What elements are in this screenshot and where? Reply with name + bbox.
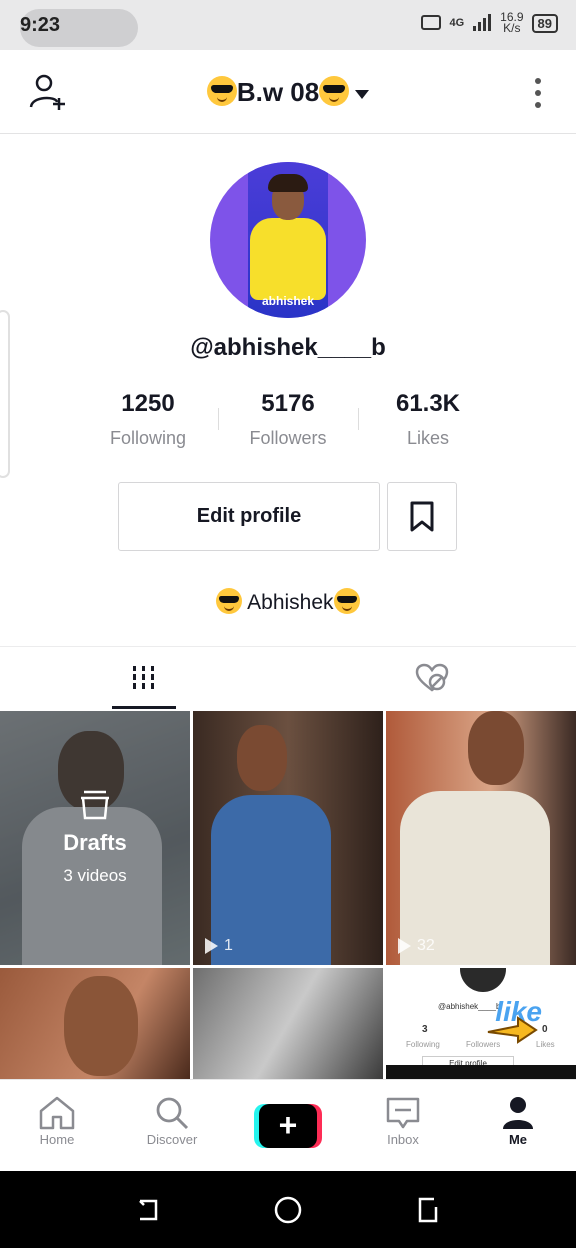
nav-label: Inbox: [387, 1132, 419, 1147]
view-count-value: 32: [417, 937, 435, 954]
profile-header: B.w 08: [0, 50, 576, 134]
video-thumbnail[interactable]: @abhishek____b 3 Following Followers 0 L…: [386, 968, 576, 1079]
status-bar: 9:23 4G 16.9 K/s 89: [0, 0, 576, 50]
video-thumbnail[interactable]: [193, 968, 383, 1079]
account-switcher[interactable]: B.w 08: [0, 76, 576, 108]
stat-label: Followers: [249, 428, 327, 448]
stat-likes[interactable]: 61.3K Likes: [358, 390, 498, 449]
thumb-likes-label: Likes: [536, 1040, 555, 1049]
avatar[interactable]: abhishek: [210, 162, 366, 318]
drafts-tile[interactable]: Drafts 3 videos: [0, 711, 190, 965]
pointing-hand-icon: [487, 1016, 538, 1044]
stat-label: Following: [109, 428, 187, 448]
drafts-overlay: Drafts 3 videos: [0, 711, 190, 965]
cast-icon: [421, 15, 442, 30]
nav-home[interactable]: Home: [7, 1094, 107, 1147]
status-time: 9:23: [20, 14, 61, 36]
system-navigation-bar: [0, 1171, 576, 1248]
play-icon: [398, 938, 411, 954]
chevron-down-icon: [355, 89, 370, 99]
sunglasses-emoji-icon: [206, 76, 237, 106]
nav-label: Me: [508, 1132, 528, 1147]
sunglasses-emoji-icon: [216, 588, 243, 614]
recents-icon[interactable]: [412, 1195, 442, 1225]
home-icon: [39, 1096, 75, 1130]
video-thumbnail[interactable]: [0, 968, 190, 1079]
profile-bio: Abhishek: [0, 588, 576, 615]
avatar-caption: abhishek: [261, 294, 315, 308]
network-label: 4G: [449, 17, 465, 29]
status-icons: 4G 16.9 K/s 89: [421, 11, 558, 35]
nav-inbox[interactable]: Inbox: [353, 1094, 453, 1147]
sunglasses-emoji-icon: [333, 588, 360, 614]
drafts-icon: [81, 790, 109, 820]
video-grid: Drafts 3 videos 1 32 @abhishek____b 3 Fo…: [0, 711, 576, 1079]
profile-icon: [503, 1097, 533, 1129]
tab-videos[interactable]: [112, 647, 176, 709]
nav-me[interactable]: Me: [468, 1094, 568, 1147]
mini-avatar: [460, 968, 506, 992]
play-icon: [205, 938, 218, 954]
speed-readout: 16.9 K/s: [500, 11, 523, 35]
content-tabs: [0, 647, 576, 709]
nav-label: Discover: [146, 1132, 198, 1147]
bio-text: Abhishek: [247, 591, 334, 614]
profile-stats: 1250 Following 5176 Followers 61.3K Like…: [78, 390, 498, 449]
stat-value: 61.3K: [395, 390, 461, 417]
stat-value: 1250: [121, 390, 175, 417]
thumb-handle: @abhishek____b: [438, 1002, 501, 1011]
speed-unit: K/s: [503, 21, 521, 35]
stat-followers[interactable]: 5176 Followers: [218, 390, 358, 449]
favorites-button[interactable]: [387, 482, 457, 551]
drafts-title: Drafts: [63, 830, 127, 855]
profile-handle: @abhishek____b: [190, 334, 386, 361]
account-title: B.w 08: [236, 77, 320, 107]
search-icon: [156, 1097, 189, 1130]
video-thumbnail[interactable]: 1: [193, 711, 383, 965]
nav-discover[interactable]: Discover: [122, 1094, 222, 1147]
more-options-button[interactable]: [534, 78, 542, 108]
thumb-likes-num: 0: [542, 1024, 548, 1035]
inbox-icon: [386, 1097, 420, 1129]
plus-icon: +: [259, 1104, 317, 1148]
bookmark-icon: [410, 501, 434, 531]
drafts-count: 3 videos: [63, 866, 127, 885]
thumb-following-num: 3: [422, 1024, 428, 1035]
stat-following[interactable]: 1250 Following: [78, 390, 218, 449]
view-count: 1: [205, 937, 233, 955]
bottom-navigation: Home Discover + Inbox Me: [0, 1079, 576, 1171]
back-icon[interactable]: [134, 1195, 164, 1225]
stat-value: 5176: [261, 390, 315, 417]
nav-label: Home: [39, 1132, 75, 1147]
edit-profile-button[interactable]: Edit profile: [118, 482, 380, 551]
video-thumbnail[interactable]: 32: [386, 711, 576, 965]
stat-label: Likes: [406, 428, 450, 448]
thumb-following-label: Following: [406, 1040, 440, 1049]
tab-liked[interactable]: [400, 647, 464, 709]
view-count: 32: [398, 937, 435, 955]
sunglasses-emoji-icon: [319, 76, 350, 106]
signal-icon: [473, 14, 492, 31]
grid-icon: [133, 665, 154, 689]
battery-level: 89: [531, 13, 558, 33]
create-video-button[interactable]: +: [254, 1104, 322, 1148]
home-circle-icon[interactable]: [273, 1195, 303, 1225]
view-count-value: 1: [224, 937, 233, 954]
hidden-heart-icon: [415, 663, 449, 692]
